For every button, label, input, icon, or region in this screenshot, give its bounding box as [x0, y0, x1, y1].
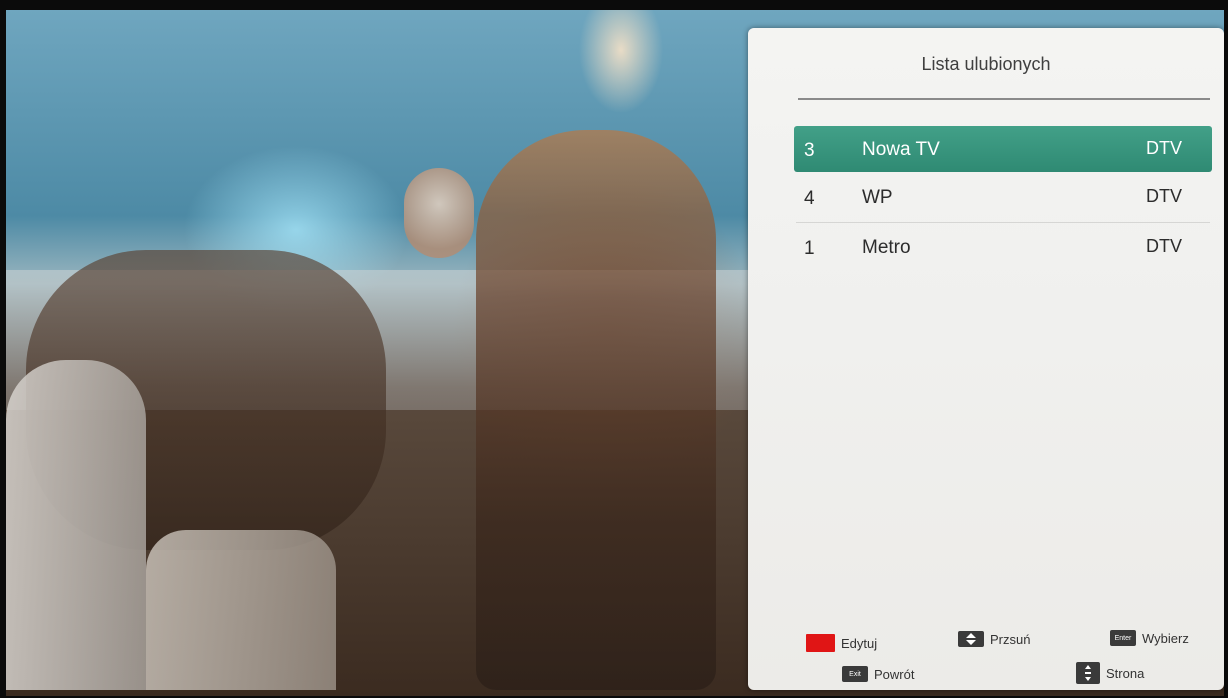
channel-type: DTV: [1146, 138, 1182, 158]
up-down-arrows-glyph: [966, 633, 976, 645]
legend-page[interactable]: Strona: [1076, 662, 1144, 684]
video-person-center: [476, 130, 716, 690]
channel-row-nowa-tv[interactable]: 3 Nowa TV DTV: [794, 126, 1212, 172]
title-divider: [798, 98, 1210, 100]
exit-key-icon: Exit: [842, 666, 868, 682]
legend-move[interactable]: Przsuń: [958, 631, 1030, 647]
channel-number: 4: [804, 188, 815, 209]
legend-edit-label: Edytuj: [841, 635, 878, 651]
enter-key-icon: Enter: [1110, 630, 1136, 646]
channel-name: WP: [862, 187, 893, 208]
red-key-icon: [806, 634, 835, 652]
channel-row-wp[interactable]: 4 WP DTV: [794, 174, 1212, 223]
favorites-panel: Lista ulubionych 3 Nowa TV DTV 4 WP DTV …: [748, 28, 1224, 690]
channel-number: 1: [804, 238, 815, 259]
video-chair: [6, 360, 146, 690]
ch-page-glyph: [1085, 665, 1091, 681]
legend-back[interactable]: Exit Powrót: [842, 666, 914, 682]
channel-row-metro[interactable]: 1 Metro DTV: [794, 224, 1212, 272]
channel-list: 3 Nowa TV DTV 4 WP DTV 1 Metro DTV: [794, 126, 1212, 274]
up-down-arrows-icon: [958, 631, 984, 647]
legend-edit[interactable]: Edytuj: [806, 634, 877, 652]
channel-name: Metro: [862, 237, 911, 258]
row-divider: [796, 222, 1210, 223]
legend-select-label: Wybierz: [1142, 630, 1189, 646]
ch-page-key-icon: [1076, 662, 1100, 684]
channel-type: DTV: [1146, 186, 1182, 206]
channel-number: 3: [804, 140, 815, 161]
legend-page-label: Strona: [1106, 665, 1145, 681]
panel-title: Lista ulubionych: [921, 54, 1051, 74]
video-child: [404, 168, 474, 258]
video-chair-seat: [146, 530, 336, 690]
key-legend: Edytuj Przsuń Enter Wybierz Exit Powrót: [748, 624, 1224, 690]
channel-name: Nowa TV: [862, 139, 940, 160]
legend-move-label: Przsuń: [990, 631, 1031, 647]
channel-type: DTV: [1146, 236, 1182, 256]
legend-back-label: Powrót: [874, 666, 915, 682]
legend-select[interactable]: Enter Wybierz: [1110, 630, 1189, 646]
tv-screen: Lista ulubionych 3 Nowa TV DTV 4 WP DTV …: [0, 0, 1228, 698]
